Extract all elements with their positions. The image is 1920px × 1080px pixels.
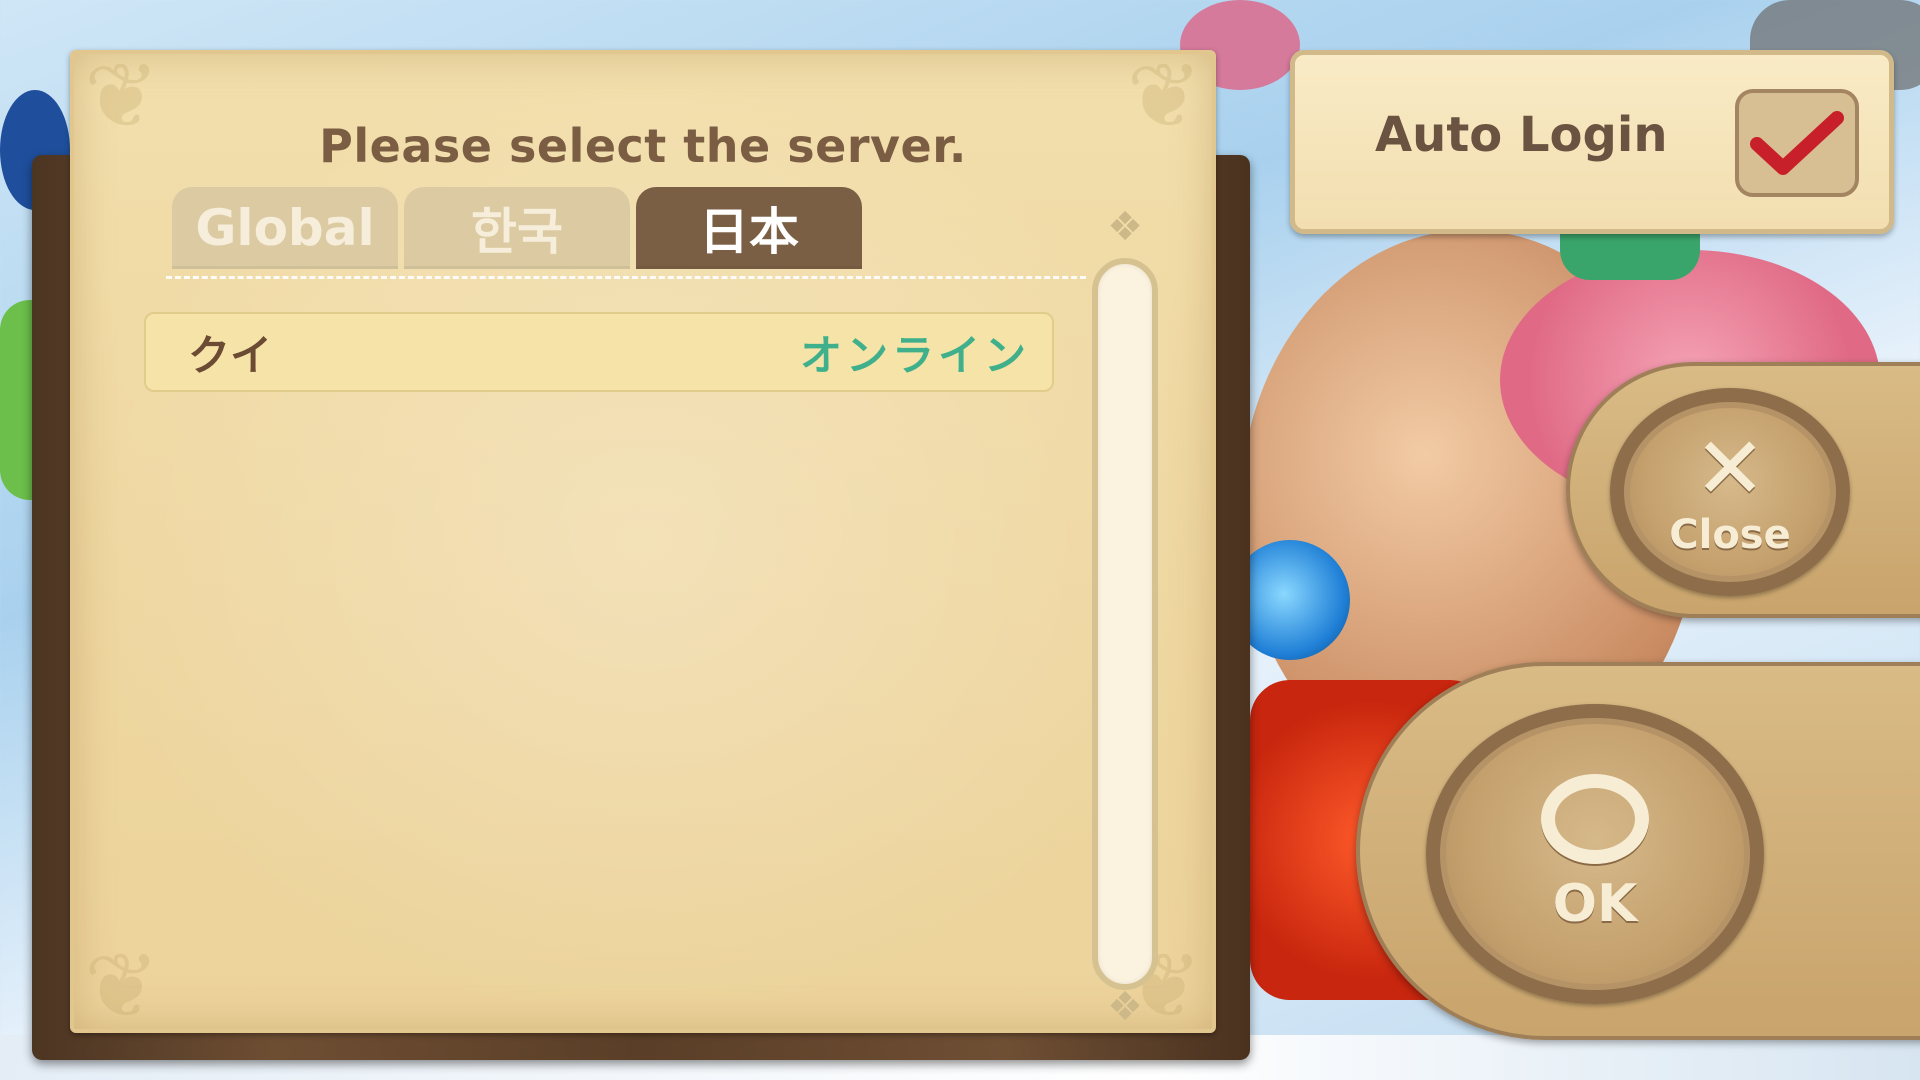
- server-status: オンライン: [799, 331, 1030, 380]
- tab-divider: [166, 276, 1086, 279]
- auto-login-panel: Auto Login: [1290, 50, 1894, 234]
- auto-login-checkbox[interactable]: [1735, 89, 1859, 197]
- auto-login-label: Auto Login: [1375, 107, 1668, 163]
- circle-o-icon: [1541, 774, 1649, 864]
- corner-ornament-icon: ❦: [84, 934, 160, 1039]
- tab-japan[interactable]: 日本: [636, 187, 862, 269]
- server-list-item[interactable]: クイ オンライン: [144, 312, 1054, 392]
- server-name: クイ: [188, 331, 273, 380]
- server-list-scrollbar[interactable]: [1092, 258, 1158, 990]
- region-tabs: Global 한국 日本: [172, 187, 862, 269]
- scroll-top-ornament-icon: ❖: [1107, 204, 1143, 250]
- scroll-bottom-ornament-icon: ❖: [1107, 984, 1143, 1030]
- ok-button-label: OK: [1552, 874, 1638, 934]
- ok-button[interactable]: OK: [1426, 704, 1764, 1004]
- server-select-dialog: ❦ ❦ ❦ ❦ Please select the server. Global…: [70, 44, 1216, 1039]
- dialog-title: Please select the server.: [319, 119, 967, 173]
- checkmark-icon: [1750, 111, 1844, 175]
- close-button-label: Close: [1669, 512, 1791, 558]
- close-button[interactable]: ✕ Close: [1610, 388, 1850, 596]
- tab-global[interactable]: Global: [172, 187, 398, 269]
- close-x-icon: ✕: [1693, 419, 1767, 519]
- tab-korea[interactable]: 한국: [404, 187, 630, 269]
